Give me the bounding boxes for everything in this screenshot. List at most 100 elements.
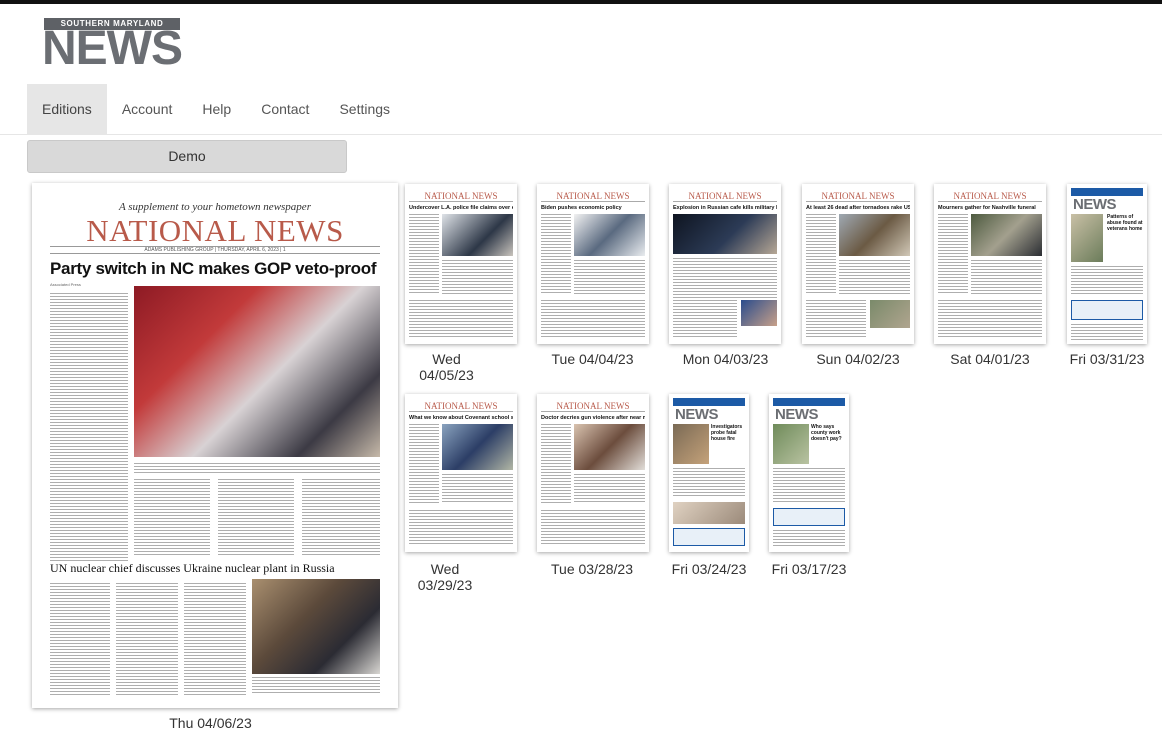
article-text-column	[50, 583, 110, 695]
thumbnail-masthead: NATIONAL NEWS	[821, 191, 895, 201]
thumbnail-photo	[839, 214, 910, 256]
thumbnail-text	[409, 424, 439, 504]
featured-headline-2: UN nuclear chief discusses Ukraine nucle…	[50, 561, 335, 575]
thumbnail-photo	[971, 214, 1042, 256]
nav-divider	[0, 134, 1162, 135]
thumbnail-text	[938, 214, 968, 294]
article-text-column	[134, 479, 210, 555]
edition-thumbnail[interactable]: NEWS Patterns of abuse found at veterans…	[1067, 184, 1147, 344]
thumbnail-photo	[773, 424, 809, 464]
thumbnail-text	[409, 300, 513, 338]
thumbnail-text	[541, 214, 571, 294]
thumbnail-rule	[806, 201, 910, 203]
thumbnail-text	[409, 510, 513, 546]
thumbnail-photo	[442, 424, 513, 470]
main-nav: Editions Account Help Contact Settings	[27, 84, 405, 134]
edition-thumbnail[interactable]: NATIONAL NEWS Explosion in Russian cafe …	[669, 184, 781, 344]
nav-contact[interactable]: Contact	[246, 84, 324, 134]
photo-caption	[134, 463, 380, 473]
edition-thumbnail[interactable]: NATIONAL NEWS Mourners gather for Nashvi…	[934, 184, 1046, 344]
thumbnail-topbar	[1071, 188, 1143, 196]
edition-date[interactable]: Fri 03/31/23	[1067, 351, 1147, 367]
featured-photo	[134, 286, 380, 457]
article-text-column	[184, 583, 246, 695]
thumbnail-headline: Mourners gather for Nashville funeral	[938, 205, 1036, 211]
edition-thumbnail[interactable]: NATIONAL NEWS Doctor decries gun violenc…	[537, 394, 649, 552]
edition-date[interactable]: Tue 04/04/23	[551, 351, 634, 367]
thumbnail-rule	[409, 201, 513, 203]
thumbnail-photo	[673, 502, 745, 524]
edition-date[interactable]: Wed 04/05/23	[405, 351, 488, 383]
thumbnail-rule	[938, 201, 1042, 203]
thumbnail-text	[673, 258, 777, 298]
article-text-column	[218, 479, 294, 555]
featured-masthead: NATIONAL NEWS	[86, 213, 344, 248]
article-text-column	[302, 479, 380, 555]
thumbnail-text	[773, 530, 845, 546]
thumbnail-text	[409, 214, 439, 294]
thumbnail-masthead: NEWS	[675, 406, 719, 423]
edition-date[interactable]: Tue 03/28/23	[551, 561, 633, 577]
edition-date[interactable]: Fri 03/17/23	[769, 561, 849, 577]
edition-thumbnail[interactable]: NATIONAL NEWS At least 26 dead after tor…	[802, 184, 914, 344]
thumbnail-text	[971, 260, 1042, 294]
edition-thumbnail[interactable]: NEWS Who says county work doesn't pay?	[769, 394, 849, 552]
featured-byline: Associated Press	[50, 282, 81, 287]
thumbnail-photo	[1071, 214, 1103, 262]
thumbnail-headline: Who says county work doesn't pay?	[811, 424, 842, 442]
thumbnail-text	[1071, 266, 1143, 296]
thumbnail-text	[541, 300, 645, 338]
demo-button[interactable]: Demo	[27, 140, 347, 173]
thumbnail-rule	[541, 201, 645, 203]
featured-edition-thumbnail[interactable]: A supplement to your hometown newspaper …	[32, 183, 398, 708]
thumbnail-text	[673, 468, 745, 498]
thumbnail-masthead: NATIONAL NEWS	[424, 191, 498, 201]
thumbnail-topbar	[673, 398, 745, 406]
edition-date[interactable]: Sun 04/02/23	[812, 351, 904, 367]
thumbnail-box	[1071, 300, 1143, 320]
thumbnail-headline: Undercover L.A. police file claims over …	[409, 205, 513, 211]
thumbnail-text	[1071, 324, 1143, 340]
thumbnail-text	[442, 474, 513, 504]
edition-thumbnail[interactable]: NATIONAL NEWS Biden pushes economic poli…	[537, 184, 649, 344]
logo-wordmark: NEWS	[42, 22, 183, 75]
thumbnail-masthead: NEWS	[1073, 196, 1117, 213]
edition-date[interactable]: Sat 04/01/23	[944, 351, 1036, 367]
thumbnail-masthead: NATIONAL NEWS	[424, 401, 498, 411]
featured-photo-2	[252, 579, 380, 674]
thumbnail-rule	[409, 411, 513, 413]
edition-thumbnail[interactable]: NATIONAL NEWS What we know about Covenan…	[405, 394, 517, 552]
thumbnail-text	[541, 510, 645, 546]
thumbnail-masthead: NATIONAL NEWS	[953, 191, 1027, 201]
nav-settings[interactable]: Settings	[324, 84, 405, 134]
edition-thumbnail[interactable]: NEWS Investigators probe fatal house fir…	[669, 394, 749, 552]
thumbnail-headline: Doctor decries gun violence after near m…	[541, 415, 645, 421]
thumbnail-rule	[673, 201, 777, 203]
thumbnail-masthead: NATIONAL NEWS	[556, 191, 630, 201]
thumbnail-masthead: NATIONAL NEWS	[688, 191, 762, 201]
thumbnail-photo	[574, 424, 645, 470]
thumbnail-text	[773, 468, 845, 504]
thumbnail-photo	[574, 214, 645, 256]
thumbnail-text	[574, 474, 645, 504]
thumbnail-headline: At least 26 dead after tornadoes rake US	[806, 205, 910, 211]
thumbnail-masthead: NATIONAL NEWS	[556, 401, 630, 411]
nav-account[interactable]: Account	[107, 84, 188, 134]
edition-thumbnail[interactable]: NATIONAL NEWS Undercover L.A. police fil…	[405, 184, 517, 344]
photo-caption	[252, 677, 380, 695]
nav-help[interactable]: Help	[187, 84, 246, 134]
edition-date[interactable]: Fri 03/24/23	[669, 561, 749, 577]
featured-headline: Party switch in NC makes GOP veto-proof	[50, 259, 377, 278]
featured-date-label[interactable]: Thu 04/06/23	[32, 715, 389, 731]
thumbnail-box	[673, 528, 745, 546]
site-logo[interactable]: SOUTHERN MARYLAND NEWS	[42, 18, 183, 75]
thumbnail-headline: Investigators probe fatal house fire	[711, 424, 743, 442]
edition-date[interactable]: Wed 03/29/23	[405, 561, 485, 593]
featured-dateline: ADAMS PUBLISHING GROUP | THURSDAY, APRIL…	[50, 246, 380, 254]
nav-editions[interactable]: Editions	[27, 84, 107, 134]
thumbnail-text	[806, 300, 866, 338]
thumbnail-photo	[870, 300, 910, 328]
thumbnail-text	[673, 300, 737, 338]
edition-date[interactable]: Mon 04/03/23	[679, 351, 772, 367]
thumbnail-photo	[673, 214, 777, 254]
